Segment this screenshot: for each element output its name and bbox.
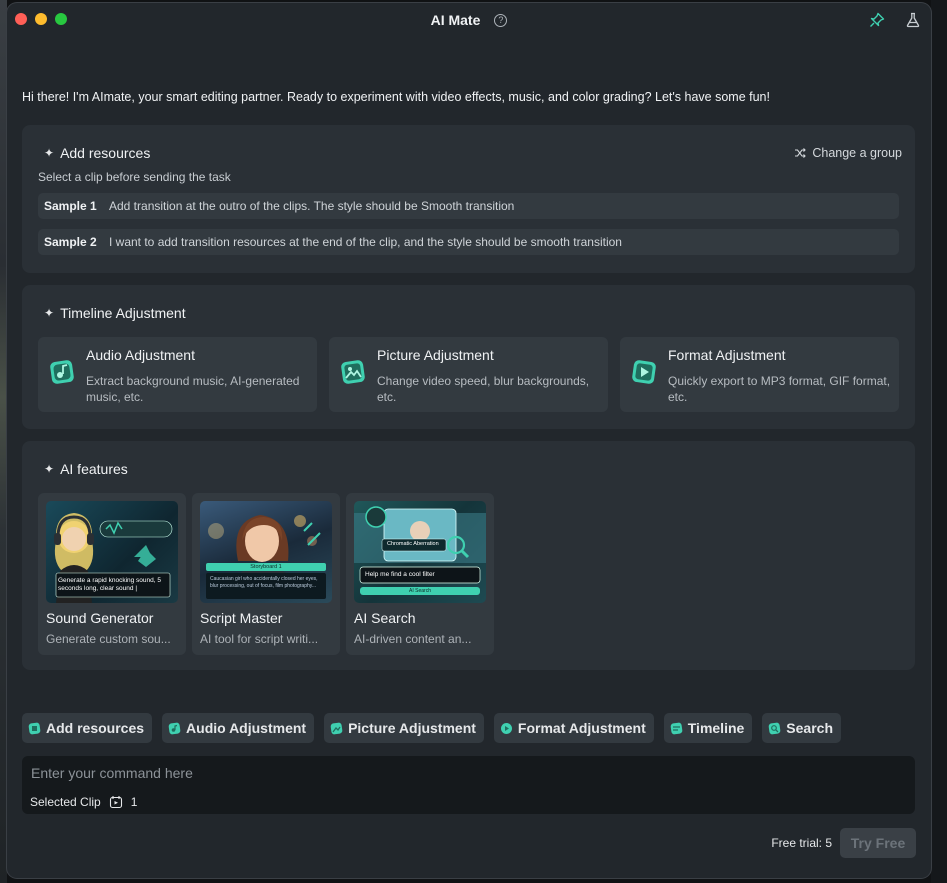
command-box: Selected Clip 1 [22, 756, 915, 814]
quick-action-chips: Add resources Audio Adjustment Picture A… [22, 713, 841, 743]
title-bar: AI Mate ? [7, 3, 931, 37]
sample-text: I want to add transition resources at th… [109, 235, 622, 249]
selected-clip-indicator[interactable]: Selected Clip 1 [30, 795, 137, 809]
chip-search[interactable]: Search [762, 713, 841, 743]
add-resources-subtitle: Select a clip before sending the task [38, 170, 231, 184]
add-resources-panel: ✦ Add resources Select a clip before sen… [22, 125, 915, 273]
feature-title: Sound Generator [46, 610, 154, 626]
card-description: Quickly export to MP3 format, GIF format… [668, 374, 891, 404]
feature-description: AI tool for script writi... [200, 632, 319, 646]
ai-features-panel: ✦ AI features Generate a rapid knocking … [22, 441, 915, 670]
thumbnail-storyboard-label: Storyboard 1 [250, 564, 282, 570]
script-master-card[interactable]: Storyboard 1 Caucasian girl who accident… [192, 493, 340, 655]
chip-timeline[interactable]: Timeline [663, 713, 753, 743]
sparkle-icon: ✦ [44, 462, 55, 476]
sparkle-icon: ✦ [44, 306, 55, 320]
chip-label: Search [786, 720, 833, 736]
chip-picture-adjustment[interactable]: Picture Adjustment [324, 713, 484, 743]
picture-adjustment-icon [341, 360, 365, 384]
shuffle-icon [795, 148, 807, 158]
script-master-thumbnail: Storyboard 1 Caucasian girl who accident… [200, 501, 332, 603]
sample-row[interactable]: Sample 2 I want to add transition resour… [38, 229, 899, 255]
thumbnail-prompt-text: Caucasian girl who accidentally closed h… [210, 576, 318, 589]
add-resources-heading: ✦ Add resources [44, 145, 150, 161]
chip-label: Add resources [46, 720, 145, 736]
thumbnail-filter-chip: Chromatic Aberration [387, 541, 439, 547]
feature-description: AI-driven content an... [354, 632, 472, 646]
background-app-right [931, 0, 947, 883]
help-icon[interactable]: ? [494, 13, 508, 27]
format-adjustment-card[interactable]: Format Adjustment Quickly export to MP3 … [620, 337, 899, 412]
chip-label: Timeline [687, 720, 745, 736]
close-window-button[interactable] [15, 13, 27, 25]
command-input[interactable] [31, 762, 891, 784]
thumbnail-prompt-text: Generate a rapid knocking sound, 5 secon… [58, 577, 161, 592]
format-adjustment-icon [500, 722, 512, 734]
card-title: Format Adjustment [668, 347, 786, 363]
free-trial-counter: Free trial: 5 [771, 836, 832, 850]
ai-mate-window: AI Mate ? Hi there! I'm AImate, your sma… [7, 3, 931, 878]
ai-features-title: AI features [60, 461, 128, 477]
chip-add-resources[interactable]: Add resources [22, 713, 153, 743]
chip-label: Format Adjustment [517, 720, 646, 736]
format-adjustment-icon [632, 360, 656, 384]
sound-generator-card[interactable]: Generate a rapid knocking sound, 5 secon… [38, 493, 186, 655]
timeline-adjustment-heading: ✦ Timeline Adjustment [44, 305, 186, 321]
change-group-button[interactable]: Change a group [794, 146, 902, 160]
picture-adjustment-icon [330, 722, 343, 734]
minimize-window-button[interactable] [35, 13, 47, 25]
search-icon [768, 722, 781, 734]
chip-audio-adjustment[interactable]: Audio Adjustment [162, 713, 315, 743]
add-resources-icon [28, 722, 41, 734]
ai-search-thumbnail: Chromatic Aberration Help me find a cool… [354, 501, 486, 603]
pin-icon[interactable] [869, 12, 885, 28]
chip-label: Audio Adjustment [186, 720, 307, 736]
card-title: Picture Adjustment [377, 347, 494, 363]
zoom-window-button[interactable] [55, 13, 67, 25]
greeting-message: Hi there! I'm AImate, your smart editing… [22, 90, 770, 104]
audio-adjustment-card[interactable]: Audio Adjustment Extract background musi… [38, 337, 317, 412]
chip-label: Picture Adjustment [348, 720, 476, 736]
timeline-adjustment-title: Timeline Adjustment [60, 305, 186, 321]
ai-search-card[interactable]: Chromatic Aberration Help me find a cool… [346, 493, 494, 655]
ai-features-heading: ✦ AI features [44, 461, 128, 477]
flask-icon[interactable] [905, 12, 921, 28]
selected-clip-count: 1 [130, 795, 138, 809]
selected-clip-label: Selected Clip [30, 795, 101, 809]
background-app-strip [0, 0, 7, 883]
thumbnail-prompt-text: Help me find a cool filter [365, 571, 435, 578]
audio-adjustment-icon [168, 722, 181, 734]
timeline-icon [670, 722, 683, 734]
sample-row[interactable]: Sample 1 Add transition at the outro of … [38, 193, 899, 219]
audio-adjustment-icon [50, 360, 74, 384]
feature-title: AI Search [354, 610, 416, 626]
card-title: Audio Adjustment [86, 347, 195, 363]
add-resources-title: Add resources [60, 145, 151, 161]
picture-adjustment-card[interactable]: Picture Adjustment Change video speed, b… [329, 337, 608, 412]
timeline-adjustment-panel: ✦ Timeline Adjustment Audio Adjustment E… [22, 285, 915, 429]
sound-generator-thumbnail: Generate a rapid knocking sound, 5 secon… [46, 501, 178, 603]
thumbnail-search-button-label: AI Search [409, 588, 431, 594]
card-description: Change video speed, blur backgrounds, et… [377, 374, 590, 404]
sample-label: Sample 2 [44, 235, 97, 249]
window-title: AI Mate [430, 12, 481, 28]
sample-label: Sample 1 [44, 199, 97, 213]
change-group-label: Change a group [812, 146, 902, 160]
window-controls [15, 13, 67, 25]
feature-description: Generate custom sou... [46, 632, 171, 646]
clip-icon [109, 796, 122, 809]
sparkle-icon: ✦ [44, 146, 55, 160]
feature-title: Script Master [200, 610, 283, 626]
card-description: Extract background music, AI-generated m… [86, 374, 300, 404]
sample-text: Add transition at the outro of the clips… [109, 199, 515, 213]
chip-format-adjustment[interactable]: Format Adjustment [493, 713, 654, 743]
footer-bar: Free trial: 5 Try Free [771, 828, 916, 858]
try-free-button[interactable]: Try Free [840, 828, 916, 858]
